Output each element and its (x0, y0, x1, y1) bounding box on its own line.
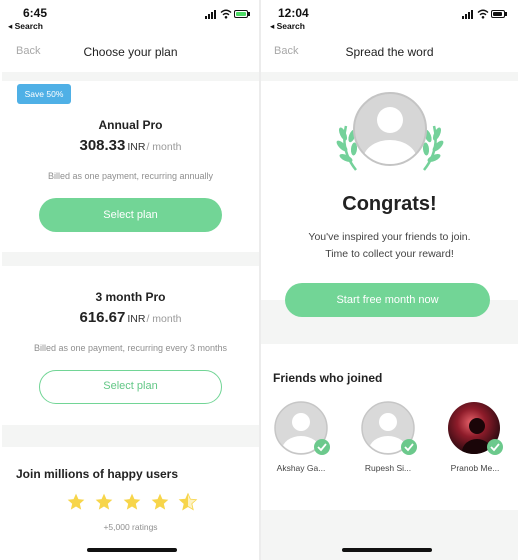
page-title: Choose your plan (83, 45, 178, 59)
select-quarterly-plan-button[interactable]: Select plan (39, 370, 222, 404)
billing-note: Billed as one payment, recurring annuall… (47, 171, 214, 181)
section-divider (2, 72, 259, 81)
friend-photo (448, 402, 503, 455)
default-avatar-icon (353, 92, 427, 166)
star-icon (151, 493, 169, 510)
home-indicator[interactable] (87, 548, 177, 552)
return-to-search-link[interactable]: ◂ Search (8, 21, 43, 32)
plan-name: Annual Pro (98, 118, 163, 132)
system-icons (205, 9, 251, 19)
social-proof-heading: Join millions of happy users (16, 467, 179, 481)
message-line: You've inspired your friends to join. (308, 231, 471, 243)
save-badge: Save 50% (17, 84, 71, 104)
price-line: 308.33 INR/ month (2, 137, 259, 155)
status-bar: 12:04 ◂ Search (261, 0, 518, 34)
check-icon (314, 439, 330, 455)
system-icons (462, 9, 508, 19)
status-time: 6:45 (23, 6, 48, 20)
nav-bar: Back Spread the word (261, 34, 518, 72)
billing-note: Billed as one payment, recurring every 3… (33, 343, 228, 353)
star-icon (95, 493, 113, 510)
page-title: Spread the word (345, 45, 434, 59)
battery-icon (491, 10, 505, 18)
reward-avatar (336, 92, 444, 171)
friend-name: Akshay Ga... (276, 463, 326, 473)
wifi-icon (220, 9, 232, 19)
section-divider (2, 252, 259, 266)
choose-plan-screen: 6:45 ◂ Search Back Choose your plan Save… (2, 0, 259, 560)
plan-price: 616.67 (79, 309, 126, 326)
friends-heading: Friends who joined (273, 371, 383, 385)
half-star-icon (178, 492, 198, 511)
check-icon (487, 439, 503, 455)
plan-name: 3 month Pro (95, 290, 166, 304)
select-annual-plan-button[interactable]: Select plan (39, 198, 222, 232)
status-time: 12:04 (278, 6, 309, 20)
rating-stars (66, 492, 201, 514)
section-divider (261, 72, 518, 81)
plan-currency: INR (127, 141, 146, 153)
friend-avatar (361, 401, 417, 455)
wifi-icon (477, 9, 489, 19)
battery-icon (234, 10, 248, 18)
plan-period: / month (146, 313, 182, 325)
check-icon (401, 439, 417, 455)
plan-price: 308.33 (79, 137, 126, 154)
star-icon (123, 493, 141, 510)
plan-period: / month (146, 141, 182, 153)
friend-avatar (274, 401, 330, 455)
congrats-headline: Congrats! (342, 193, 437, 215)
ratings-count: +5,000 ratings (103, 522, 158, 532)
return-to-search-link[interactable]: ◂ Search (270, 21, 305, 32)
section-divider (2, 425, 259, 447)
price-line: 616.67 INR/ month (2, 309, 259, 327)
status-bar: 6:45 ◂ Search (2, 0, 259, 34)
friend-name: Rupesh Si... (364, 463, 412, 473)
plan-currency: INR (127, 313, 146, 325)
star-icon (67, 493, 85, 510)
home-indicator[interactable] (342, 548, 432, 552)
friend-name: Pranob Me... (450, 463, 500, 473)
section-divider (261, 510, 518, 560)
message-line: Time to collect your reward! (325, 248, 454, 260)
nav-bar: Back Choose your plan (2, 34, 259, 72)
spread-the-word-screen: 12:04 ◂ Search Back Spread the word Cong… (261, 0, 518, 560)
start-free-month-button[interactable]: Start free month now (285, 283, 490, 317)
